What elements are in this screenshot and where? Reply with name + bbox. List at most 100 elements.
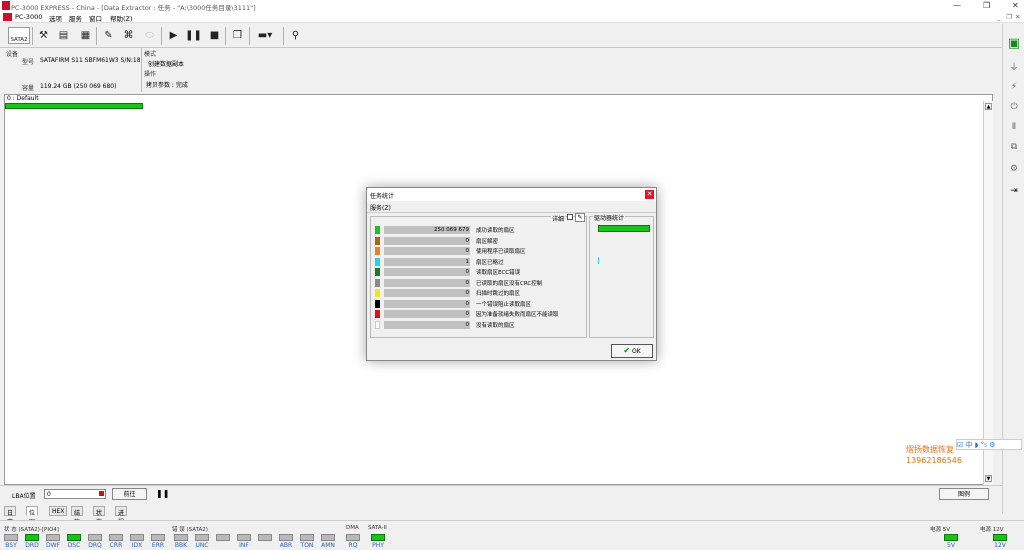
tools-icon[interactable]: ⚒ xyxy=(35,27,52,44)
calculator-icon[interactable]: ▦ xyxy=(77,27,94,44)
detail-checkbox[interactable] xyxy=(567,214,573,220)
tab-structure[interactable]: 结构 xyxy=(71,506,84,526)
tab-log[interactable]: 日志 xyxy=(4,506,17,526)
reset-icon[interactable]: ⏚ xyxy=(1006,60,1022,76)
menu-help[interactable]: 帮助(Z) xyxy=(110,13,133,23)
dma-group-label: DMA xyxy=(346,525,359,531)
watermark: 熠扬数据恢复 13962186546 xyxy=(906,444,962,466)
stat-color-swatch xyxy=(375,257,380,266)
connector-icon[interactable]: ⇥ xyxy=(1006,186,1022,202)
status-led xyxy=(151,534,165,541)
tab-bitmap[interactable]: 位图 xyxy=(26,506,39,526)
play-icon[interactable]: ▶ xyxy=(165,27,182,44)
stat-row: 250 069 679 成功读取的扇区 xyxy=(375,225,590,236)
menu-window[interactable]: 窗口 xyxy=(89,13,102,23)
capacity-value: 119.24 GB (250 069 680) xyxy=(40,83,117,90)
scroll-down-icon[interactable]: ▼ xyxy=(985,475,992,482)
settings-side-icon[interactable]: ⚙ xyxy=(1006,164,1022,180)
stat-label: 成功读取的扇区 xyxy=(476,228,515,234)
status-led xyxy=(195,534,209,541)
read-progress-bar xyxy=(5,103,143,109)
mdi-restore-icon[interactable]: ❐ xyxy=(1006,13,1012,21)
model-value: SATAFIRM S11 SBFM61W3 S/N:18C xyxy=(40,57,140,64)
detail-label: 详细 xyxy=(551,214,566,223)
stat-value: 0 xyxy=(384,289,470,297)
mdi-minimize-icon[interactable]: _ xyxy=(997,13,1000,21)
tab-process[interactable]: 进程 xyxy=(115,506,128,526)
operation-value: 拷贝参数 : 完成 xyxy=(146,82,188,89)
tab-status[interactable]: 状态 xyxy=(93,506,106,526)
status-led-label: TON xyxy=(300,542,314,549)
run-icon[interactable]: ⚲ xyxy=(287,27,304,44)
lba-marker-icon xyxy=(99,491,104,496)
menu-app-icon xyxy=(3,13,12,21)
stat-value: 0 xyxy=(384,310,470,318)
model-label: 型号 xyxy=(22,59,35,66)
wrench-icon[interactable]: ✎ xyxy=(100,27,117,44)
minimize-button[interactable]: — xyxy=(953,1,961,10)
power-icon[interactable]: ⚡ xyxy=(1006,82,1022,98)
status-led xyxy=(109,534,123,541)
stat-row: 0 已读取的扇区没有CRC控制 xyxy=(375,278,590,289)
display-dropdown-icon[interactable]: ▬▾ xyxy=(253,27,277,44)
pause-icon[interactable]: ❚❚ xyxy=(185,27,202,44)
mode-value: 创建数据副本 xyxy=(148,61,185,68)
panel-icon[interactable]: ▤ xyxy=(55,27,72,44)
stat-value: 0 xyxy=(384,278,470,287)
tab-hex[interactable]: HEX xyxy=(49,506,68,516)
clear-icon[interactable]: ✎ xyxy=(575,213,585,222)
pause-side-icon[interactable]: Ⅱ xyxy=(1006,122,1022,138)
stat-row: 0 扫描时跳过的扇区 xyxy=(375,288,590,299)
stat-row: 0 一个错误阻止读取扇区 xyxy=(375,299,590,310)
dialog-menu-service[interactable]: 服务(Z) xyxy=(370,203,391,212)
status-led-label: RQ xyxy=(348,542,358,549)
stat-row: 1 扇区已略过 xyxy=(375,257,590,268)
maximize-button[interactable]: ❐ xyxy=(983,1,990,10)
map-scrollbar[interactable]: ▲ ▼ xyxy=(983,101,993,485)
close-button[interactable]: ✕ xyxy=(1012,1,1019,10)
copy-icon[interactable]: ❐ xyxy=(229,27,246,44)
stat-color-swatch xyxy=(375,299,380,308)
status-led-label: PHY xyxy=(372,542,384,549)
status-led xyxy=(46,534,60,541)
error-group-label: 错 误 (SATA2) xyxy=(172,527,208,533)
menu-options[interactable]: 选项 xyxy=(49,13,62,23)
ok-button[interactable]: ✔ OK xyxy=(611,344,653,358)
status-led-label: ERR xyxy=(151,542,165,549)
stat-row: 0 使用程序已读取扇区 xyxy=(375,246,590,257)
status-led xyxy=(216,534,230,541)
stat-row: 0 扇区解密 xyxy=(375,236,590,247)
go-button[interactable]: 前往 xyxy=(112,488,147,500)
legend-button[interactable]: 图例 xyxy=(939,488,989,500)
status-bar: 状 态 (SATA2)-[PIO4] BSY DRD DWF DSC DRQ CRR IDX… xyxy=(0,520,1024,550)
watermark-name: 熠扬数据恢复 xyxy=(906,445,954,454)
stat-color-swatch xyxy=(375,289,380,297)
drive-stats-panel: 驱动器统计 xyxy=(589,213,654,338)
info-panel: 设备 型号 SATAFIRM S11 SBFM61W3 S/N:18C 容量 1… xyxy=(0,48,1002,92)
binoculars-icon[interactable]: ⌘ xyxy=(120,27,137,44)
ime-toolbar[interactable]: ☑ 中 ◗ °₅ ⚙ xyxy=(956,439,1022,450)
stat-value: 250 069 679 xyxy=(384,226,470,234)
power-off-icon[interactable]: ⏻ xyxy=(1006,102,1022,118)
capacity-label: 容量 xyxy=(22,85,35,92)
log-icon[interactable]: ⧉ xyxy=(1006,142,1022,158)
drive-green-icon[interactable]: ▣ xyxy=(1006,36,1022,52)
mdi-close-icon[interactable]: ✕ xyxy=(1015,13,1020,21)
title-bar: PC-3000 EXPRESS - China - [Data Extracto… xyxy=(0,0,1024,12)
stat-value: 1 xyxy=(384,257,470,266)
stat-value: 0 xyxy=(384,247,470,255)
scroll-up-icon[interactable]: ▲ xyxy=(985,103,992,110)
menu-pc3000[interactable]: PC-3000 xyxy=(15,13,42,21)
sata2-button[interactable]: SATA2 xyxy=(8,27,30,44)
stat-color-swatch xyxy=(375,320,380,329)
status-led xyxy=(321,534,335,541)
disk-icon[interactable]: ⬭ xyxy=(141,27,158,44)
menu-service[interactable]: 服务 xyxy=(69,13,82,23)
lba-pause-icon[interactable]: ❚❚ xyxy=(156,489,169,498)
operation-label: 操作 xyxy=(144,71,157,78)
status-led xyxy=(944,534,958,541)
stop-icon[interactable]: ■ xyxy=(206,27,223,44)
status-led xyxy=(258,534,272,541)
dialog-close-button[interactable]: ✕ xyxy=(645,190,654,199)
lba-input[interactable]: 0 xyxy=(44,489,106,499)
